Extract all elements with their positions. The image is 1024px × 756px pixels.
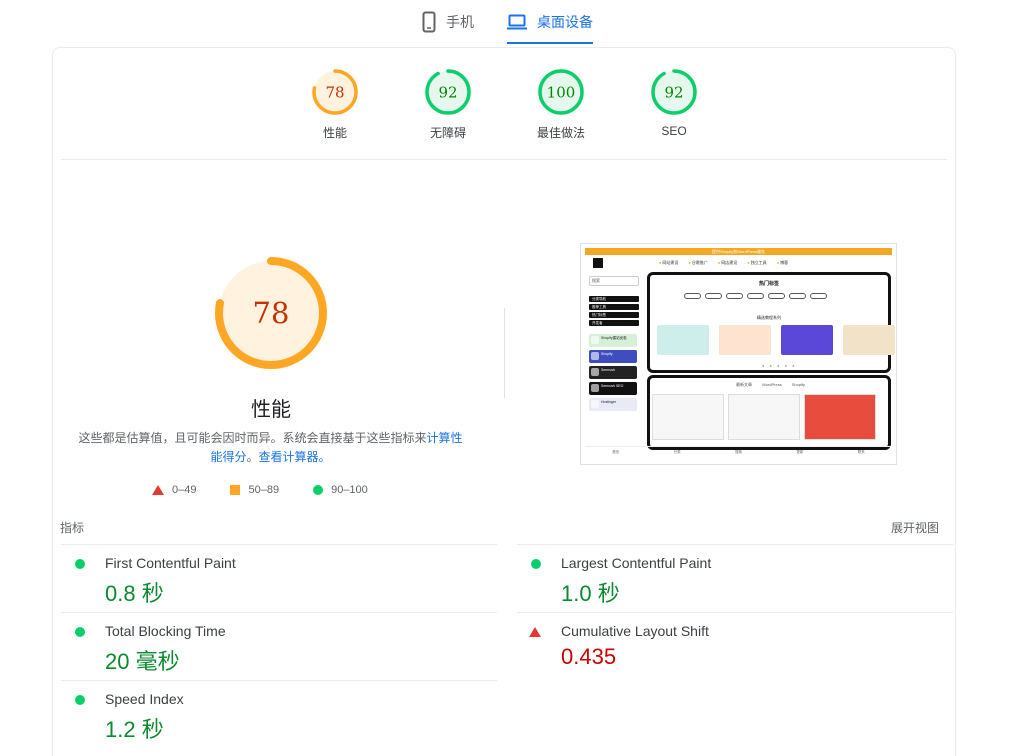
vertical-divider xyxy=(504,308,505,398)
gauges-divider xyxy=(61,159,947,160)
gauge-label: 最佳做法 xyxy=(536,126,585,140)
pass-circle-icon xyxy=(531,559,541,569)
circle-icon xyxy=(313,485,324,495)
triangle-icon xyxy=(152,485,164,495)
performance-title: 性能 xyxy=(251,399,291,421)
pass-circle-icon xyxy=(75,627,85,637)
legend-average: 50–89 xyxy=(230,484,279,496)
tab-desktop[interactable]: 桌面设备 xyxy=(507,0,593,44)
metric-fcp: First Contentful Paint 0.8 秒 xyxy=(61,544,497,612)
performance-big-gauge: 78 xyxy=(215,257,327,369)
metric-value: 20 毫秒 xyxy=(105,649,180,674)
pass-circle-icon xyxy=(75,559,85,569)
gauge-accessibility[interactable]: 92 无障碍 xyxy=(403,68,493,141)
metric-lcp: Largest Contentful Paint 1.0 秒 xyxy=(517,544,953,612)
expand-view-button[interactable]: 展开视图 xyxy=(891,519,939,536)
metric-value: 1.0 秒 xyxy=(561,581,620,606)
report-card: 78 性能 92 无障碍 100 最佳做法 92 SEO 78 性能 这些都是估… xyxy=(52,47,956,756)
thumb-footer: 首页 分类 搜索 更新 联系 xyxy=(585,446,892,464)
svg-text:78: 78 xyxy=(253,296,290,330)
metric-value: 1.2 秒 xyxy=(105,717,164,742)
page-screenshot-thumbnail[interactable]: 提供Shopify和WordPress服务 网站建设 谷歌推广 网店建设 独立工… xyxy=(580,243,897,465)
svg-text:78: 78 xyxy=(325,84,344,102)
pass-circle-icon xyxy=(75,695,85,705)
legend-pass: 90–100 xyxy=(313,484,368,496)
metrics-header: 指标 xyxy=(60,521,85,535)
metric-si: Speed Index 1.2 秒 xyxy=(61,680,497,748)
gauge-ring: 78 xyxy=(312,69,358,115)
thumb-logo xyxy=(593,258,603,268)
fail-triangle-icon xyxy=(529,627,541,637)
thumb-topbar: 提供Shopify和WordPress服务 xyxy=(585,248,892,255)
gauge-label: 无障碍 xyxy=(429,126,466,140)
tab-desktop-label: 桌面设备 xyxy=(537,14,593,30)
active-tab-underline xyxy=(507,42,593,44)
view-calculator-link[interactable]: 查看计算器。 xyxy=(259,450,331,464)
thumb-sidebar: 搜索 分类导航 推荐工具 热门标签 开发者 Shopify建站优惠 Shopif… xyxy=(589,276,641,446)
svg-text:100: 100 xyxy=(547,84,576,102)
metric-cls: Cumulative Layout Shift 0.435 xyxy=(517,612,953,680)
svg-text:92: 92 xyxy=(664,84,683,102)
gauge-seo[interactable]: 92 SEO xyxy=(629,68,719,138)
category-gauges: 78 性能 92 无障碍 100 最佳做法 92 SEO xyxy=(53,68,957,148)
thumb-panel-tags: 热门标签 精选教程系列 ● ● ● ● ● xyxy=(647,272,895,373)
laptop-icon xyxy=(507,14,527,30)
performance-description: 这些都是估算值，且可能会因时而异。系统会直接基于这些指标来计算性能得分。查看计算… xyxy=(78,431,463,464)
legend-fail: 0–49 xyxy=(152,484,196,496)
svg-text:92: 92 xyxy=(438,84,457,102)
gauge-ring: 92 xyxy=(651,69,697,115)
thumb-nav: 网站建设 谷歌推广 网店建设 独立工具 博客 xyxy=(659,260,788,266)
device-tabs: 手机 桌面设备 xyxy=(0,0,1024,46)
metric-tbt: Total Blocking Time 20 毫秒 xyxy=(61,612,497,680)
tab-mobile[interactable]: 手机 xyxy=(422,0,474,44)
thumb-search: 搜索 xyxy=(589,276,639,286)
square-icon xyxy=(230,485,241,495)
metric-value: 0.8 秒 xyxy=(105,581,164,606)
gauge-ring: 100 xyxy=(538,69,584,115)
gauge-label: SEO xyxy=(661,124,687,138)
phone-icon xyxy=(422,11,436,33)
thumb-panel-latest: 最新文章 WordPress Shopify xyxy=(647,375,891,450)
gauge-performance[interactable]: 78 性能 xyxy=(290,68,380,141)
gauge-label: 性能 xyxy=(322,126,347,140)
score-legend: 0–49 50–89 90–100 xyxy=(152,484,402,496)
tab-mobile-label: 手机 xyxy=(446,14,474,30)
gauge-best-practices[interactable]: 100 最佳做法 xyxy=(516,68,606,141)
gauge-ring: 92 xyxy=(425,69,471,115)
metric-value: 0.435 xyxy=(561,644,617,669)
